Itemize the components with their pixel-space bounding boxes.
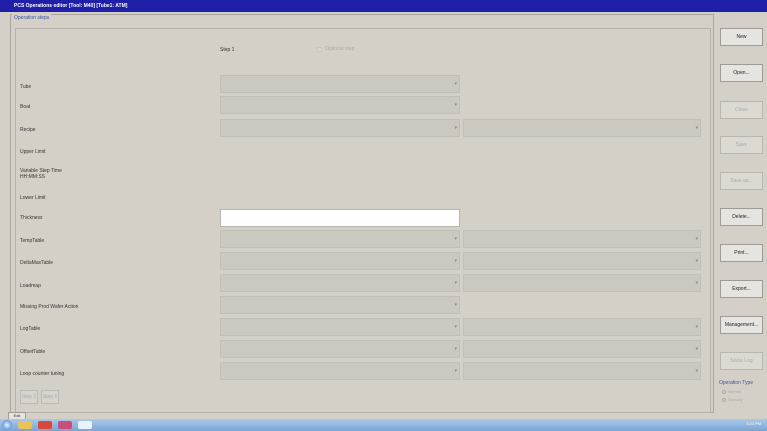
app-icon-2[interactable] [58,421,72,429]
next-step-button[interactable]: Step 1 [41,390,59,404]
tube-combo[interactable]: ▾ [220,75,460,93]
loadmap-combo[interactable]: ▾ [220,274,460,292]
print-button[interactable]: Print... [720,244,763,262]
thickness-input[interactable] [220,209,460,227]
radio-icon[interactable] [722,397,726,402]
chevron-down-icon[interactable]: ▾ [695,346,698,352]
save-as-button[interactable]: Save as... [720,172,763,190]
chevron-down-icon[interactable]: ▾ [454,280,457,286]
loop-counter-secondary-combo[interactable]: ▾ [463,362,701,380]
radio-icon[interactable] [722,389,726,394]
windows-start-icon[interactable] [2,420,12,430]
optional-step-checkbox[interactable]: Optional step [317,46,354,52]
new-button[interactable]: New [720,28,763,46]
chevron-down-icon[interactable]: ▾ [454,324,457,330]
export-button[interactable]: Export... [720,280,763,298]
chevron-down-icon[interactable]: ▾ [454,368,457,374]
chevron-down-icon[interactable]: ▾ [454,258,457,264]
temptable-secondary-combo[interactable]: ▾ [463,230,701,248]
row-label-lower-limit: Lower Limit [20,195,46,201]
chevron-down-icon[interactable]: ▾ [454,302,457,308]
chevron-down-icon[interactable]: ▾ [695,236,698,242]
radio-standby-label: Standby [728,397,743,402]
step-title: Step 1 [220,47,235,53]
row-label-logtable: LogTable [20,326,41,332]
open-button[interactable]: Open... [720,64,763,82]
radio-normal[interactable]: Normal [722,389,741,394]
deltamaxtable-combo[interactable]: ▾ [220,252,460,270]
delete-button[interactable]: Delete... [720,208,763,226]
boat-combo[interactable]: ▾ [220,96,460,114]
chevron-down-icon[interactable]: ▾ [454,81,457,87]
logtable-combo[interactable]: ▾ [220,318,460,336]
loadmap-secondary-combo[interactable]: ▾ [463,274,701,292]
optional-step-label: Optional step [325,46,355,52]
close-button[interactable]: Close [720,101,763,119]
missing-wafer-action-combo[interactable]: ▾ [220,296,460,314]
row-label-tube: Tube [20,84,32,90]
row-label-thickness: Thickness [20,215,43,221]
offsettable-secondary-combo[interactable]: ▾ [463,340,701,358]
show-log-button[interactable]: Show Log [720,352,763,370]
row-label-variable-step-time: Variable Step Time HH:MM:SS [20,168,62,180]
prev-step-button[interactable]: Step 1 [20,390,38,404]
save-button[interactable]: Save [720,136,763,154]
row-label-boat: Boat [20,104,31,110]
chevron-down-icon[interactable]: ▾ [454,102,457,108]
app-icon-3[interactable] [78,421,92,429]
row-label-temptable: TempTable [20,238,45,244]
chevron-down-icon[interactable]: ▾ [695,280,698,286]
chevron-down-icon[interactable]: ▾ [695,125,698,131]
radio-normal-label: Normal [728,389,741,394]
chevron-down-icon[interactable]: ▾ [695,258,698,264]
app-icon[interactable] [38,421,52,429]
row-label-upper-limit: Upper Limit [20,149,46,155]
temptable-combo[interactable]: ▾ [220,230,460,248]
recipe-secondary-combo[interactable]: ▾ [463,119,701,137]
row-label-loop-counter-tuning: Loop counter tuning [20,371,65,377]
folder-icon[interactable] [18,421,32,429]
row-label-missing-prod-wafer-action: Missing Prod Wafer Action [20,304,79,310]
chevron-down-icon[interactable]: ▾ [454,125,457,131]
taskbar: 3:20 PM [0,419,767,431]
recipe-combo[interactable]: ▾ [220,119,460,137]
loop-counter-combo[interactable]: ▾ [220,362,460,380]
window-titlebar: PCS Operations editor [Tool: M40] [Tube1… [0,0,767,12]
clock: 3:20 PM [746,421,761,426]
management-button[interactable]: Management... [720,316,763,334]
row-label-recipe: Recipe [20,127,36,133]
group-label: Operation steps [12,14,52,22]
row-label-offsettable: OffsetTable [20,349,46,355]
chevron-down-icon[interactable]: ▾ [695,324,698,330]
operation-type-label: Operation Type [719,380,754,386]
offsettable-combo[interactable]: ▾ [220,340,460,358]
checkbox-icon[interactable] [317,46,322,52]
radio-standby[interactable]: Standby [722,397,743,402]
chevron-down-icon[interactable]: ▾ [454,346,457,352]
deltamaxtable-secondary-combo[interactable]: ▾ [463,252,701,270]
chevron-down-icon[interactable]: ▾ [695,368,698,374]
row-label-loadmap: Loadmap [20,283,41,289]
chevron-down-icon[interactable]: ▾ [454,236,457,242]
row-label-deltamaxtable: DeltaMaxTable [20,260,54,266]
window-title: PCS Operations editor [Tool: M40] [Tube1… [14,3,128,9]
logtable-secondary-combo[interactable]: ▾ [463,318,701,336]
